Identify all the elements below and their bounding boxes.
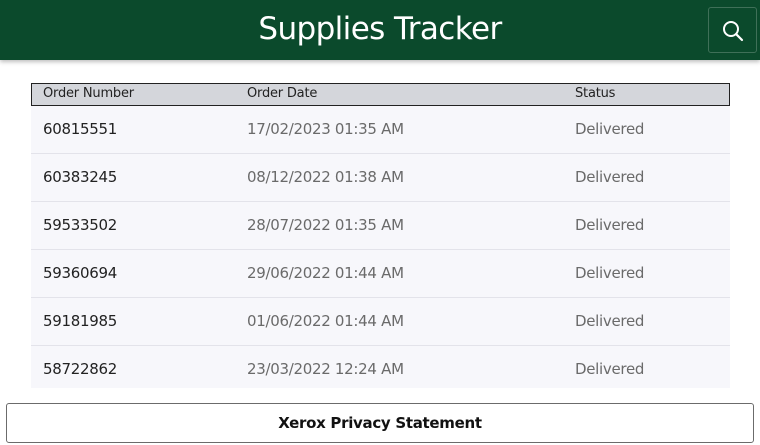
table-row[interactable]: 59360694 29/06/2022 01:44 AM Delivered	[31, 250, 730, 298]
order-date-cell: 29/06/2022 01:44 AM	[247, 264, 404, 282]
status-cell: Delivered	[575, 216, 645, 234]
order-date-cell: 01/06/2022 01:44 AM	[247, 312, 404, 330]
table-row[interactable]: 60815551 17/02/2023 01:35 AM Delivered	[31, 106, 730, 154]
order-number-cell: 59533502	[43, 216, 117, 234]
search-icon	[723, 21, 744, 42]
status-cell: Delivered	[575, 360, 645, 378]
table-row[interactable]: 59181985 01/06/2022 01:44 AM Delivered	[31, 298, 730, 346]
orders-table: Order Number Order Date Status 60815551 …	[31, 83, 730, 388]
order-number-cell: 59360694	[43, 264, 117, 282]
column-header-order-date[interactable]: Order Date	[247, 86, 317, 101]
table-row[interactable]: 58722862 23/03/2022 12:24 AM Delivered	[31, 346, 730, 388]
status-cell: Delivered	[575, 312, 645, 330]
order-number-cell: 60815551	[43, 120, 117, 138]
search-button[interactable]	[708, 7, 757, 53]
order-date-cell: 08/12/2022 01:38 AM	[247, 168, 404, 186]
app-header: Supplies Tracker	[0, 0, 760, 60]
order-number-cell: 60383245	[43, 168, 117, 186]
status-cell: Delivered	[575, 120, 645, 138]
table-row[interactable]: 60383245 08/12/2022 01:38 AM Delivered	[31, 154, 730, 202]
order-date-cell: 28/07/2022 01:35 AM	[247, 216, 404, 234]
column-header-status[interactable]: Status	[575, 86, 615, 101]
column-header-order-number[interactable]: Order Number	[43, 86, 134, 101]
order-number-cell: 58722862	[43, 360, 117, 378]
order-date-cell: 17/02/2023 01:35 AM	[247, 120, 404, 138]
privacy-statement-button[interactable]: Xerox Privacy Statement	[6, 403, 754, 443]
status-cell: Delivered	[575, 264, 645, 282]
order-number-cell: 59181985	[43, 312, 117, 330]
status-cell: Delivered	[575, 168, 645, 186]
page-title: Supplies Tracker	[258, 11, 502, 47]
table-header: Order Number Order Date Status	[31, 83, 730, 106]
table-row[interactable]: 59533502 28/07/2022 01:35 AM Delivered	[31, 202, 730, 250]
order-date-cell: 23/03/2022 12:24 AM	[247, 360, 404, 378]
